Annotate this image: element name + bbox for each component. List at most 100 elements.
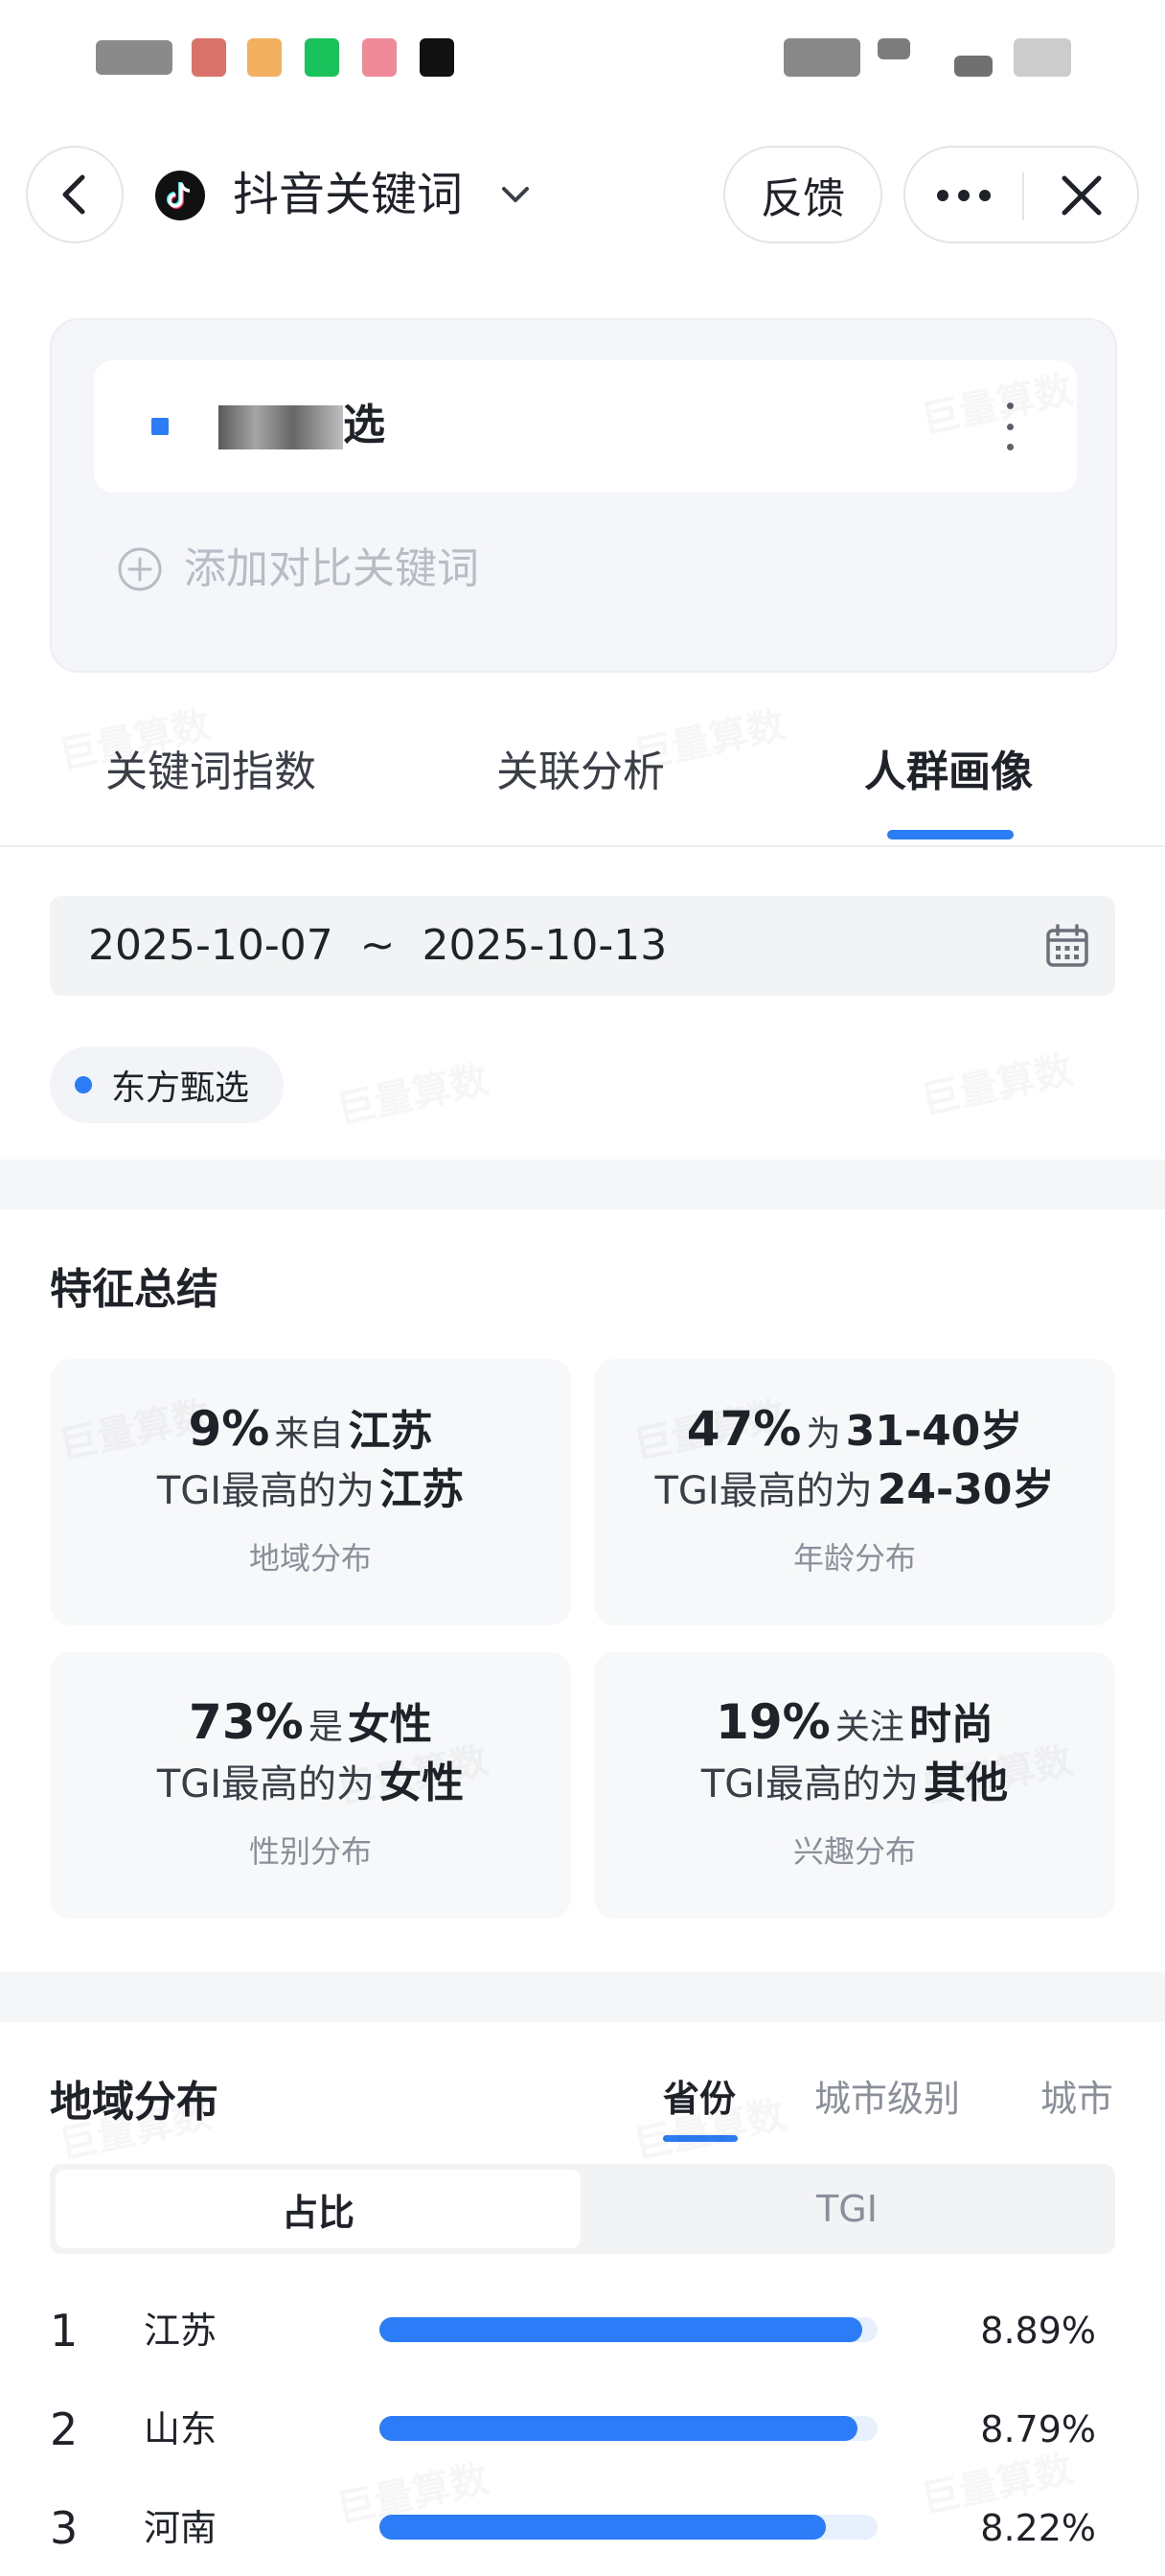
page-title[interactable]: 抖音关键词	[233, 164, 463, 225]
summary-tgi-line: TGI最高的为 其他	[594, 1752, 1115, 1824]
section-divider	[0, 1972, 1165, 2022]
summary-tgi-value: 其他	[924, 1759, 1009, 1807]
tab-related-analysis[interactable]: 关联分析	[496, 744, 665, 801]
summary-card-interest: 19% 关注 时尚 TGI最高的为 其他 兴趣分布	[594, 1652, 1115, 1919]
tab-keyword-index[interactable]: 关键词指数	[105, 744, 316, 801]
rank-row: 2 山东 8.79%	[0, 2391, 1165, 2468]
redacted-text	[218, 405, 343, 449]
bar-track	[379, 2317, 878, 2342]
status-icon	[362, 38, 397, 77]
share-value: 8.89%	[980, 2310, 1096, 2352]
keyword-legend-chip[interactable]: 东方甄选	[50, 1046, 285, 1123]
rank-row: 1 江苏 8.89%	[0, 2292, 1165, 2369]
toggle-tgi[interactable]: TGI	[584, 2170, 1109, 2248]
summary-tgi-prefix: TGI最高的为	[700, 1762, 920, 1806]
more-button[interactable]	[905, 148, 1022, 243]
close-icon	[1062, 175, 1102, 216]
legend-label: 东方甄选	[111, 1069, 250, 1108]
summary-tgi-prefix: TGI最高的为	[156, 1469, 376, 1513]
summary-card-age: 47% 为 31-40岁 TGI最高的为 24-30岁 年龄分布	[594, 1359, 1115, 1625]
bar-fill	[379, 2317, 862, 2342]
province-name: 河南	[144, 2507, 217, 2549]
mini-program-capsule	[903, 146, 1139, 243]
share-value: 8.79%	[980, 2408, 1096, 2450]
summary-value: 19%	[716, 1694, 831, 1750]
add-compare-keyword-button[interactable]: 添加对比关键词	[117, 540, 479, 598]
region-tab-indicator	[663, 2135, 738, 2142]
date-range-picker[interactable]: 2025-10-07 ~ 2025-10-13	[50, 896, 1115, 996]
plus-circle-icon	[118, 547, 162, 591]
status-icon	[192, 38, 226, 77]
date-range-text: 2025-10-07 ~ 2025-10-13	[88, 921, 668, 970]
douyin-logo-icon	[155, 171, 205, 220]
status-time	[96, 40, 172, 75]
rank-number: 3	[50, 2502, 79, 2554]
bar-track	[379, 2515, 878, 2540]
summary-connector: 关注	[834, 1708, 904, 1747]
summary-tgi-prefix: TGI最高的为	[654, 1469, 873, 1513]
keyword-color-marker	[151, 418, 169, 435]
status-icon	[247, 38, 282, 77]
summary-target: 时尚	[908, 1700, 994, 1749]
bar-track	[379, 2416, 878, 2441]
keyword-card: 选 添加对比关键词	[50, 318, 1117, 673]
section-divider	[0, 1160, 1165, 1209]
summary-target: 江苏	[348, 1407, 433, 1456]
summary-tgi-line: TGI最高的为 江苏	[50, 1459, 571, 1530]
summary-tgi-line: TGI最高的为 24-30岁	[594, 1459, 1115, 1530]
summary-value: 73%	[189, 1694, 304, 1750]
watermark: 巨量算数	[331, 1048, 493, 1135]
summary-caption: 兴趣分布	[792, 1833, 916, 1870]
legend-dot	[75, 1076, 92, 1093]
keyword-more-button[interactable]	[1000, 402, 1019, 450]
summary-caption: 性别分布	[248, 1833, 372, 1870]
summary-value: 47%	[686, 1401, 802, 1457]
dot-icon	[1006, 444, 1014, 450]
more-dots-icon	[937, 190, 991, 201]
summary-connector: 为	[806, 1414, 841, 1454]
summary-tgi-value: 24-30岁	[877, 1465, 1055, 1514]
chevron-left-icon	[62, 174, 85, 215]
summary-caption: 地域分布	[248, 1540, 372, 1576]
metric-toggle: 占比 TGI	[50, 2164, 1115, 2254]
status-battery	[1014, 38, 1071, 77]
summary-target: 女性	[347, 1700, 432, 1749]
summary-caption: 年龄分布	[792, 1540, 916, 1576]
bar-fill	[379, 2515, 826, 2540]
tab-audience-profile[interactable]: 人群画像	[864, 744, 1033, 801]
chevron-down-icon[interactable]	[498, 181, 533, 210]
tab-city-level[interactable]: 城市级别	[814, 2070, 960, 2128]
summary-tgi-value: 江苏	[379, 1465, 465, 1514]
tab-city[interactable]: 城市	[1040, 2070, 1113, 2128]
calendar-icon	[1046, 924, 1088, 967]
dot-icon	[1006, 402, 1014, 409]
province-name: 江苏	[144, 2310, 217, 2352]
feature-summary-title: 特征总结	[50, 1265, 218, 1314]
watermark: 巨量算数	[916, 1039, 1078, 1125]
feedback-button[interactable]: 反馈	[723, 146, 882, 243]
back-button[interactable]	[26, 146, 124, 243]
nav-bar: 抖音关键词 反馈	[0, 139, 1165, 254]
summary-card-region: 9% 来自 江苏 TGI最高的为 江苏 地域分布	[50, 1359, 571, 1625]
tab-province[interactable]: 省份	[663, 2070, 736, 2128]
status-wifi	[878, 38, 910, 59]
summary-tgi-value: 女性	[379, 1759, 465, 1807]
summary-connector: 来自	[274, 1414, 344, 1454]
status-signal	[784, 38, 860, 77]
summary-connector: 是	[308, 1708, 343, 1747]
summary-value: 9%	[188, 1401, 270, 1457]
close-button[interactable]	[1024, 148, 1139, 243]
analysis-tabs: 关键词指数 关联分析 人群画像	[0, 728, 1165, 847]
summary-card-gender: 73% 是 女性 TGI最高的为 女性 性别分布	[50, 1652, 571, 1919]
bar-fill	[379, 2416, 857, 2441]
rank-number: 2	[50, 2404, 79, 2455]
rank-number: 1	[50, 2305, 79, 2357]
keyword-item[interactable]: 选	[94, 360, 1077, 493]
rank-row: 3 河南 8.22%	[0, 2490, 1165, 2566]
keyword-text: 选	[218, 395, 385, 456]
add-compare-label: 添加对比关键词	[184, 544, 479, 593]
status-network	[954, 56, 993, 77]
status-icon	[420, 38, 454, 77]
toggle-share[interactable]: 占比	[56, 2170, 581, 2248]
share-value: 8.22%	[980, 2507, 1096, 2549]
